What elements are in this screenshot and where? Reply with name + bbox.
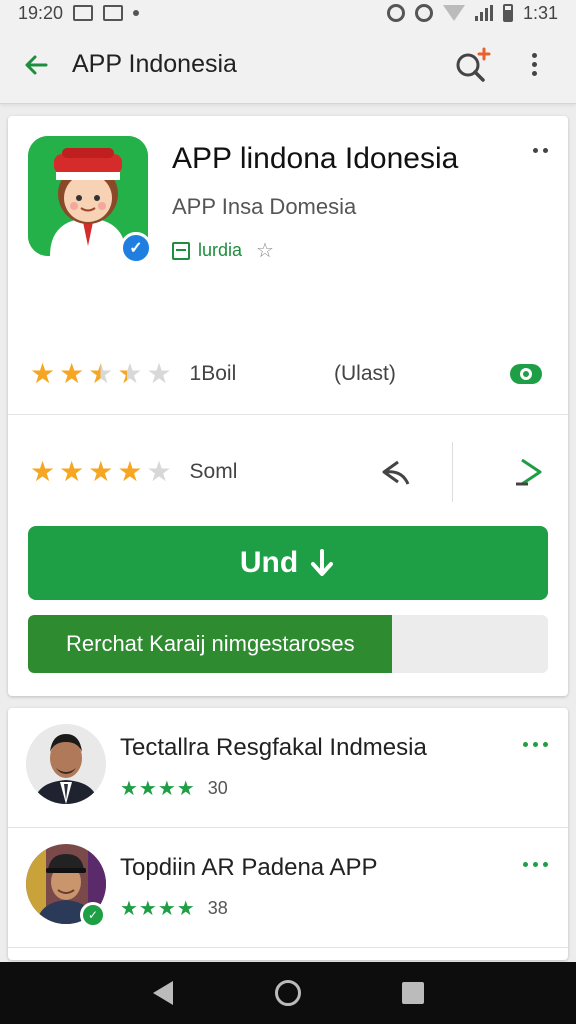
list-item-title: Topdiin AR Padena APP <box>120 854 378 881</box>
play-button[interactable] <box>508 450 552 494</box>
app-title: APP lindona Idonesia <box>172 142 459 175</box>
online-badge-icon: ✓ <box>80 902 106 928</box>
calendar-icon <box>172 241 190 260</box>
divider <box>8 414 568 415</box>
list-item[interactable]: ✓ Topdiin AR Padena APP ★★★★ 38 <box>8 828 568 948</box>
share-button[interactable] <box>374 450 418 494</box>
share-icon <box>382 460 410 485</box>
battery-icon <box>502 4 513 22</box>
list-item-menu-button[interactable] <box>523 862 548 867</box>
dnd-icon <box>414 4 433 22</box>
search-button[interactable] <box>450 43 494 87</box>
back-button[interactable] <box>0 26 72 104</box>
status-time-left: 19:20 <box>18 2 64 23</box>
verified-badge-icon: ✓ <box>120 232 152 264</box>
rating-stars: ★ ★ ★ ★ ★ <box>30 358 172 389</box>
related-apps-list: Tectallra Resgfakal Indmesia ★★★★ 30 ✓ T… <box>8 708 568 960</box>
signal-icon <box>474 5 493 21</box>
nav-back-button[interactable] <box>138 968 188 1018</box>
download-arrow-icon <box>311 549 334 576</box>
person-portrait-icon <box>26 724 106 804</box>
list-item-menu-button[interactable] <box>523 742 548 747</box>
list-item[interactable]: Tectallra Resgfakal Indmesia ★★★★ 30 <box>8 708 568 828</box>
app-developer[interactable]: APP Insa Domesia <box>172 194 356 220</box>
rating-meta: (Ulast) <box>334 362 396 385</box>
kebab-icon <box>531 53 537 76</box>
app-category-tag[interactable]: lurdia ☆ <box>172 238 274 263</box>
rating-count: 38 <box>207 898 228 918</box>
system-navigation-bar <box>0 962 576 1024</box>
rating-count: 1Boil <box>189 362 237 385</box>
status-bar: 19:20 1:31 <box>0 0 576 26</box>
notification-dot-icon <box>133 10 140 16</box>
eye-icon <box>510 364 542 384</box>
list-item-rating: ★★★★ 38 <box>120 896 228 921</box>
install-progress-bar: Rerchat Karaij nimgestaroses <box>28 615 548 673</box>
wifi-icon <box>442 5 465 21</box>
play-icon <box>516 458 542 486</box>
avatar <box>26 724 106 804</box>
app-bar: APP Indonesia <box>0 26 576 104</box>
star-outline-icon[interactable]: ☆ <box>256 238 274 263</box>
mail-icon <box>103 5 124 21</box>
rating-row-primary: ★ ★ ★ ★ ★ 1Boil (Ulast) <box>30 354 550 394</box>
rating-stars: ★★★★ <box>120 898 196 920</box>
rating-row-secondary: ★ ★ ★ ★ ★ Soml <box>30 442 552 502</box>
status-time-right: 1:31 <box>522 2 558 23</box>
divider <box>452 442 453 502</box>
square-recents-icon <box>402 982 425 1004</box>
rating-stars: ★ ★ ★ ★ ★ <box>30 456 172 487</box>
nav-home-button[interactable] <box>263 968 313 1018</box>
overflow-menu-button[interactable] <box>512 43 556 87</box>
app-category-label: lurdia <box>198 240 243 260</box>
rating-count: Soml <box>189 460 238 483</box>
progress-label: Rerchat Karaij nimgestaroses <box>66 631 355 656</box>
list-item-rating: ★★★★ 30 <box>120 776 228 801</box>
triangle-back-icon <box>152 981 173 1005</box>
page-title: APP Indonesia <box>72 50 237 78</box>
arrow-left-icon <box>25 55 48 74</box>
gallery-icon <box>73 5 94 21</box>
rating-count: 30 <box>207 778 228 798</box>
app-card-menu-button[interactable] <box>533 148 548 153</box>
search-icon <box>456 47 491 82</box>
install-label: Und <box>239 546 299 579</box>
circle-home-icon <box>274 980 301 1006</box>
app-detail-card: ✓ APP lindona Idonesia APP Insa Domesia … <box>8 116 568 696</box>
preview-button[interactable] <box>508 356 544 392</box>
nav-recents-button[interactable] <box>388 968 438 1018</box>
install-button[interactable]: Und <box>28 526 548 600</box>
rating-stars: ★★★★ <box>120 778 196 800</box>
list-item-title: Tectallra Resgfakal Indmesia <box>120 734 427 761</box>
alarm-icon <box>386 4 405 22</box>
